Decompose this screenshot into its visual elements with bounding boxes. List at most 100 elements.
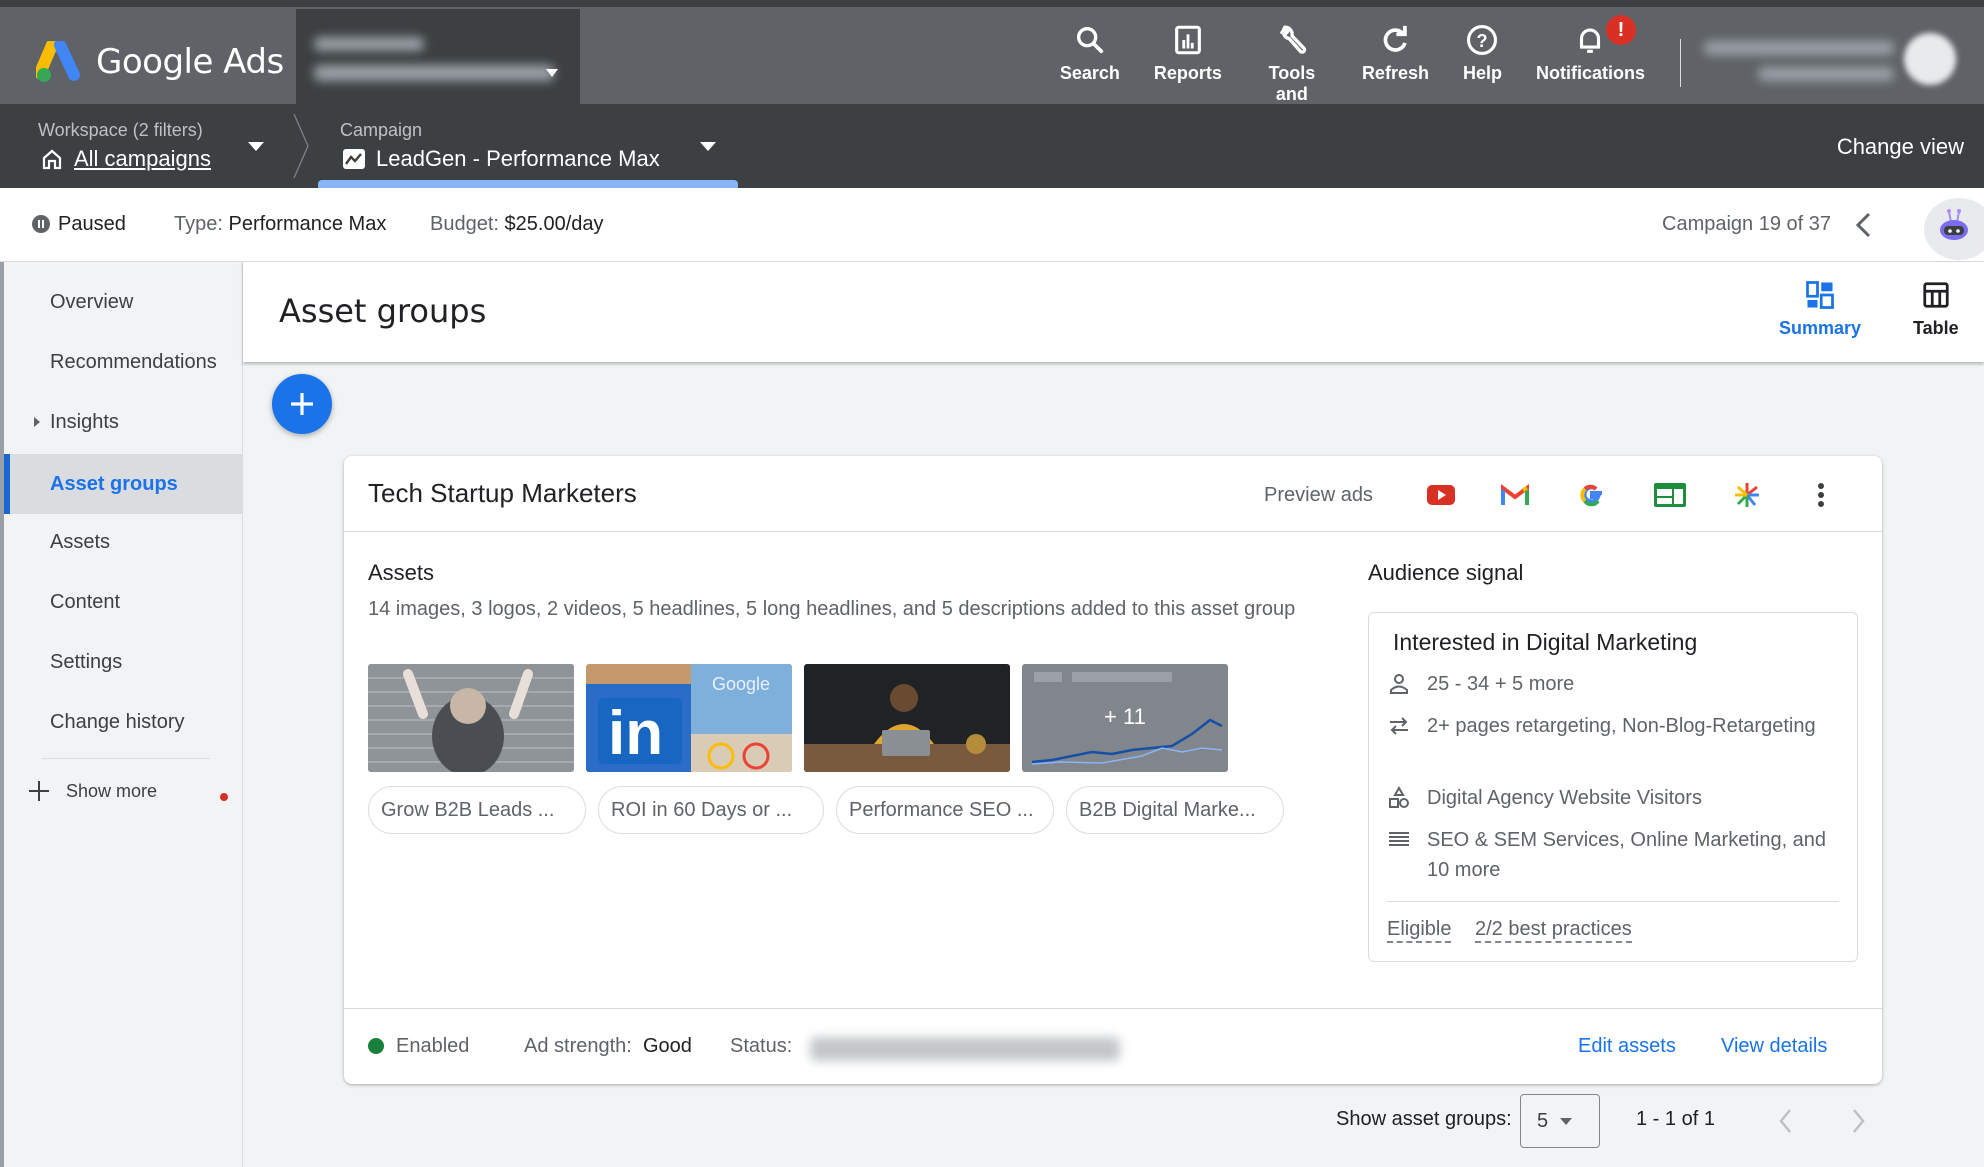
more-images-thumbnail[interactable]: + 11 (1022, 664, 1228, 772)
plus-icon (29, 781, 49, 801)
page-size-label: Show asset groups: (1336, 1108, 1512, 1130)
type-key: Type: (174, 213, 223, 235)
sidebar-item-recommendations[interactable]: Recommendations (4, 332, 243, 392)
image-thumbnail[interactable]: in Google (586, 664, 792, 772)
ad-strength-key: Ad strength: (524, 1035, 632, 1057)
caret-down-icon (1560, 1117, 1573, 1125)
more-images-count: + 11 (1104, 704, 1146, 729)
preview-display-button[interactable] (1652, 480, 1688, 510)
asset-group-footer: Enabled Ad strength: Good Status: Edit a… (344, 1008, 1882, 1084)
sidebar: Overview Recommendations Insights Asset … (0, 262, 243, 1167)
table-view-button[interactable]: Table (1913, 280, 1959, 339)
user-account[interactable] (1700, 35, 1900, 85)
audience-row-text: 2+ pages retargeting, Non-Blog-Retargeti… (1427, 715, 1816, 737)
asset-group-name[interactable]: Tech Startup Marketers (368, 478, 637, 509)
sidebar-item-settings[interactable]: Settings (4, 632, 243, 692)
headline-chip[interactable]: Grow B2B Leads ... (368, 786, 586, 834)
caret-down-icon (546, 69, 558, 77)
avatar[interactable] (1904, 33, 1956, 85)
wrench-icon (1279, 25, 1307, 54)
edit-assets-link[interactable]: Edit assets (1578, 1035, 1676, 1058)
sidebar-item-change-history[interactable]: Change history (4, 692, 243, 752)
sidebar-item-label: Asset groups (50, 472, 178, 495)
image-thumbnail[interactable] (804, 664, 1010, 772)
audience-row-text: Digital Agency Website Visitors (1427, 787, 1702, 809)
campaign-selector[interactable]: LeadGen - Performance Max (342, 146, 660, 172)
plus-icon (291, 393, 313, 415)
workspace-dropdown-icon[interactable] (248, 142, 264, 151)
google-ads-logo[interactable]: Google Ads (36, 41, 284, 83)
ad-strength: Ad strength: Good (524, 1035, 692, 1058)
search-icon (1076, 26, 1104, 54)
google-icon (1580, 484, 1602, 507)
campaign-dropdown-icon[interactable] (700, 142, 716, 151)
account-switcher[interactable] (296, 9, 580, 111)
preview-search-button[interactable] (1577, 480, 1607, 510)
preview-discover-button[interactable] (1732, 480, 1762, 510)
headline-chip[interactable]: B2B Digital Marke... (1066, 786, 1284, 834)
more-options-button[interactable] (1806, 480, 1836, 510)
add-asset-group-button[interactable] (272, 374, 332, 434)
workspace-value[interactable]: All campaigns (74, 146, 211, 172)
audience-row-text: SEO & SEM Services, Online Marketing, an… (1427, 829, 1827, 881)
person-icon (1390, 674, 1408, 694)
page-title: Asset groups (279, 292, 487, 330)
new-indicator-dot (220, 793, 228, 801)
audience-signal-heading: Audience signal (1368, 560, 1524, 585)
assistant-bot-button[interactable] (1924, 198, 1984, 260)
eligible-status[interactable]: Eligible (1387, 917, 1452, 943)
audience-divider (1387, 901, 1839, 902)
status-key: Status: (730, 1035, 793, 1057)
campaign-position: Campaign 19 of 37 (1662, 213, 1832, 235)
change-view-button[interactable]: Change view (1837, 134, 1964, 160)
display-icon (1654, 483, 1686, 507)
google-ads-logo-icon (36, 41, 80, 82)
next-page-icon[interactable] (1848, 1106, 1868, 1136)
page-size-value: 5 (1537, 1109, 1549, 1132)
list-icon (1389, 832, 1409, 846)
home-icon (42, 149, 62, 170)
breadcrumb: Workspace (2 filters) All campaigns Camp… (0, 104, 1984, 188)
asset-group-card: Tech Startup Marketers Preview ads Asset… (344, 456, 1882, 1084)
svg-text:Google: Google (712, 674, 770, 694)
previous-page-icon[interactable] (1776, 1106, 1796, 1136)
refresh-icon (1384, 25, 1408, 52)
view-details-link[interactable]: View details (1721, 1035, 1827, 1058)
page-size-select[interactable]: 5 (1520, 1094, 1600, 1148)
segments-icon (1389, 786, 1409, 808)
help-label: Help (1462, 63, 1502, 83)
sidebar-item-content[interactable]: Content (4, 572, 243, 632)
app-name: Google Ads (96, 42, 284, 82)
campaign-type: Type: Performance Max (174, 213, 386, 236)
audience-row-text: 25 - 34 + 5 more (1427, 673, 1575, 695)
headline-chip[interactable]: ROI in 60 Days or ... (598, 786, 824, 834)
summary-view-button[interactable]: Summary (1779, 280, 1861, 339)
preview-gmail-button[interactable] (1500, 480, 1530, 510)
campaign-state-label: Paused (58, 213, 126, 235)
reports-icon (1175, 25, 1201, 55)
toolbar-divider (1680, 39, 1681, 87)
campaign-state[interactable]: Paused (32, 213, 126, 236)
sidebar-item-asset-groups[interactable]: Asset groups (4, 454, 243, 514)
best-practices-status[interactable]: 2/2 best practices (1475, 917, 1632, 943)
top-bar: Google Ads Search Reports Tools and sett… (0, 0, 1984, 125)
sidebar-item-assets[interactable]: Assets (4, 512, 243, 572)
preview-youtube-button[interactable] (1426, 480, 1456, 510)
expand-arrow-icon[interactable] (34, 417, 40, 427)
campaign-budget[interactable]: Budget: $25.00/day (430, 213, 604, 236)
headline-chip[interactable]: Performance SEO ... (836, 786, 1054, 834)
image-thumbnail[interactable] (368, 664, 574, 772)
workspace-selector[interactable]: All campaigns (40, 146, 211, 172)
show-more-button[interactable]: Show more (28, 780, 157, 802)
account-name-redacted (314, 37, 424, 51)
retarget-icon (1390, 717, 1408, 735)
enabled-status[interactable]: Enabled (368, 1035, 469, 1058)
sidebar-item-insights[interactable]: Insights (4, 392, 243, 452)
sidebar-item-overview[interactable]: Overview (4, 272, 243, 332)
audience-signal-box[interactable]: Interested in Digital Marketing 25 - 34 … (1368, 612, 1858, 962)
more-vert-icon (1818, 483, 1824, 507)
page-header: Asset groups Summary Table (243, 262, 1984, 362)
previous-campaign-icon[interactable] (1852, 210, 1876, 240)
audience-name: Interested in Digital Marketing (1393, 629, 1698, 655)
audience-row-interests: SEO & SEM Services, Online Marketing, an… (1387, 825, 1827, 885)
